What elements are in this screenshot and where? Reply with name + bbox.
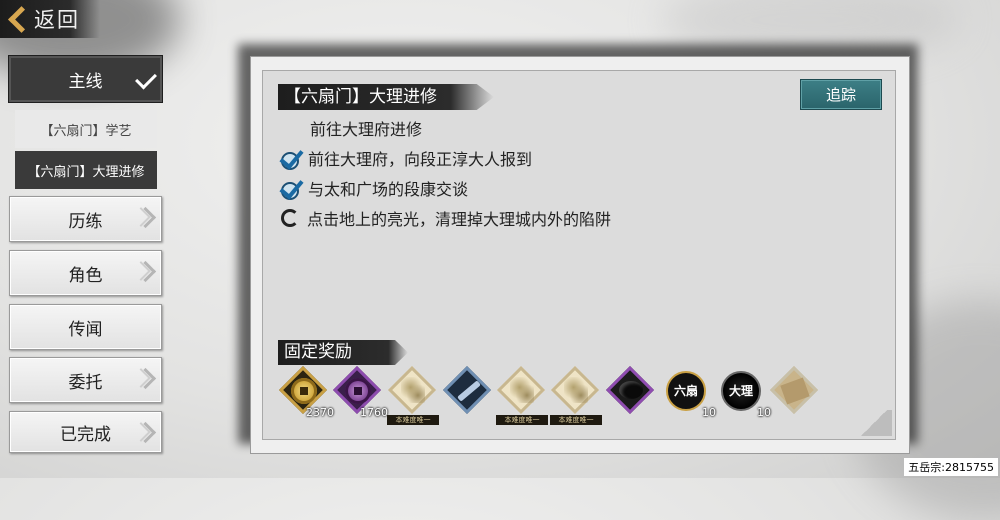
fixed-rewards-title: 固定奖励 [278,340,408,365]
liushan-medal-icon: 六扇 [666,371,706,411]
menu-item-label: 角色 [68,265,103,286]
objective-item: 与太和广场的段康交谈 [279,174,469,200]
reward-item[interactable]: 本难度唯一 [496,365,548,425]
submenu-label: 【六扇门】学艺 [40,123,132,139]
unique-tag: 本难度唯一 [496,415,548,425]
menu-main-quest[interactable]: 主线 [8,55,163,103]
objective-item: 前往大理府，向段正淳大人报到 [279,144,533,170]
checkmark-icon [279,174,305,200]
reward-item[interactable]: 1760 [332,365,388,419]
quest-title: 【六扇门】大理进修 [278,84,494,110]
reward-item[interactable] [605,365,655,415]
dali-medal-icon: 大理 [721,371,761,411]
back-arrow-icon [6,4,32,34]
menu-item-rumors[interactable]: 传闻 [9,304,162,350]
back-label: 返回 [34,8,80,32]
checkmark-icon [279,144,305,170]
track-button[interactable]: 追踪 [800,79,882,110]
panel-corner-decoration [856,410,892,436]
reward-quantity: 10 [757,406,771,419]
unique-tag: 本难度唯一 [387,415,439,425]
unique-tag: 本难度唯一 [550,415,602,425]
menu-item-commission[interactable]: 委托 [9,357,162,403]
reward-item[interactable] [442,365,492,415]
submenu-item-dali-training[interactable]: 【六扇门】大理进修 [15,151,157,189]
reward-item[interactable]: 本难度唯一 [387,365,439,425]
menu-item-label: 历练 [68,211,103,232]
reward-item[interactable]: 六扇 10 [662,367,716,419]
reward-item[interactable]: 大理 10 [717,367,771,419]
reward-quantity: 1760 [360,406,388,419]
reward-quantity: 2370 [306,406,334,419]
reward-item[interactable]: 本难度唯一 [550,365,602,425]
menu-item-label: 已完成 [60,424,111,445]
reward-item[interactable]: 2370 [278,365,334,419]
objective-text: 前往大理府，向段正淳大人报到 [308,150,533,169]
treasure-map-icon [510,377,534,403]
quest-subtitle: 前往大理府进修 [310,120,423,139]
black-stone-icon [619,381,643,399]
submenu-label: 【六扇门】大理进修 [27,164,145,180]
check-icon [135,67,157,90]
back-button[interactable]: 返回 [0,0,100,38]
reward-quantity: 10 [702,406,716,419]
menu-item-experience[interactable]: 历练 [9,196,162,242]
objective-text: 与太和广场的段康交谈 [308,180,469,199]
menu-main-label: 主线 [68,71,103,92]
in-progress-circle-icon [281,209,299,227]
reward-item[interactable] [769,365,819,415]
menu-item-label: 委托 [68,372,103,393]
gold-coin-icon [291,378,317,404]
submenu-item-study[interactable]: 【六扇门】学艺 [15,110,157,148]
menu-item-character[interactable]: 角色 [9,250,162,296]
menu-item-completed[interactable]: 已完成 [9,411,162,453]
objective-item: 点击地上的亮光，清理掉大理城内外的陷阱 [279,206,611,230]
watermark-text: 五岳宗:2815755 [904,458,998,476]
menu-item-label: 传闻 [68,319,103,340]
treasure-map-icon [564,377,588,403]
purple-coin-icon [345,378,371,404]
objective-text: 点击地上的亮光，清理掉大理城内外的陷阱 [307,210,612,229]
treasure-map-icon [401,377,425,403]
